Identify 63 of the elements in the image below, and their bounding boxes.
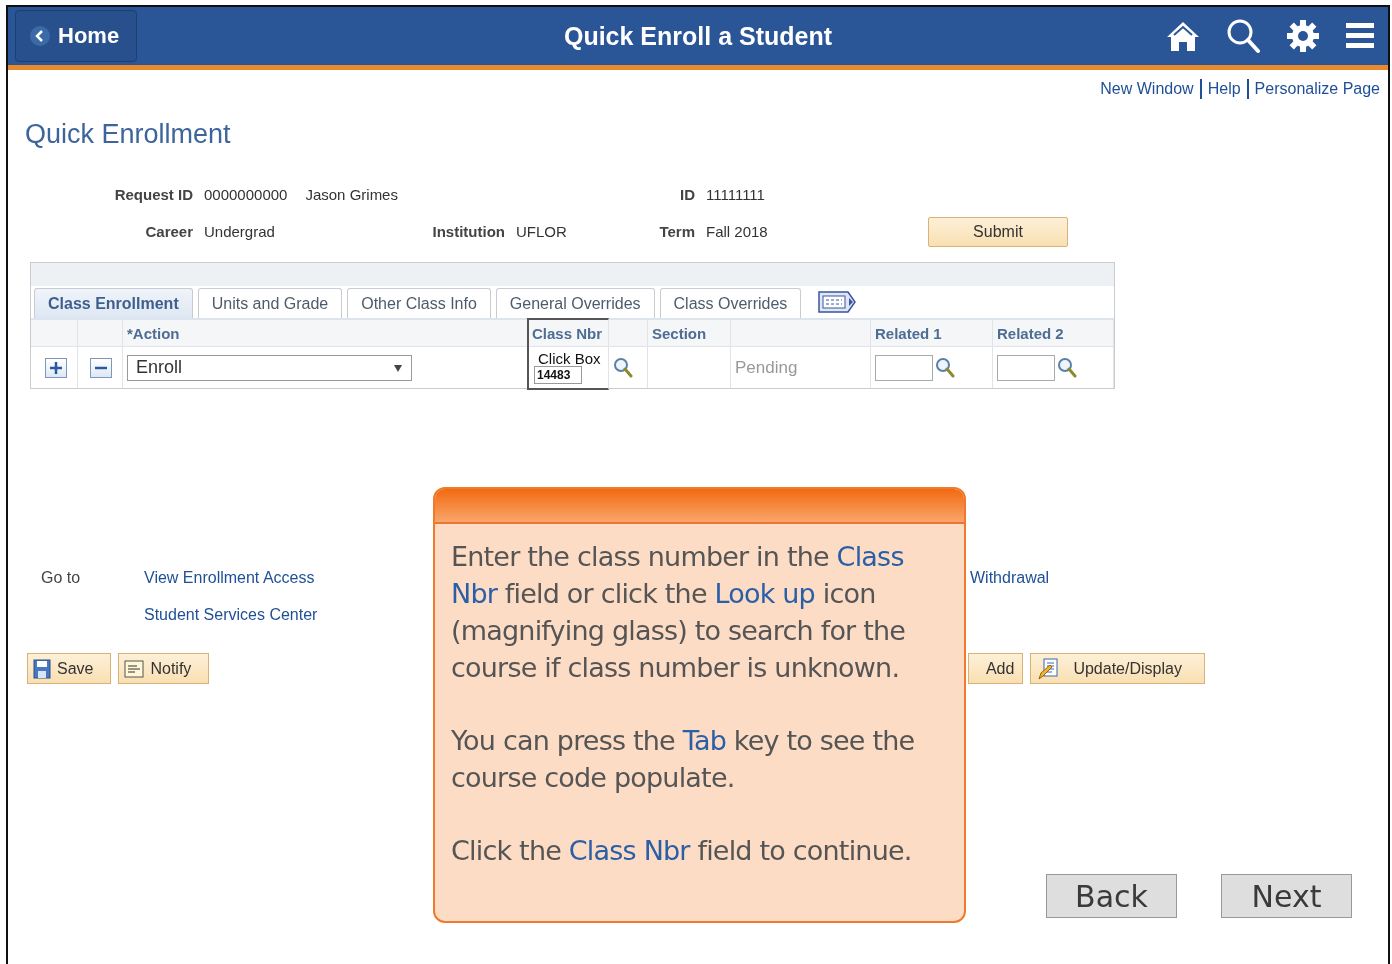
search-icon[interactable] (613, 356, 633, 379)
field-value: 0000000000 (204, 186, 288, 203)
minus-icon (95, 365, 107, 370)
instruction-text: You can press the Tab key to see the course code populate. (451, 724, 916, 795)
class-number-field[interactable]: 14483 (534, 366, 582, 384)
tab[interactable]: Units and Grade (197, 288, 343, 318)
header-link[interactable]: New Window (1100, 80, 1194, 98)
instruction-text: Enter the class number in the Class Nbr field or click the Look up icon (magnifying glass) to search for the course if class number is unknown. (451, 540, 907, 685)
home-button[interactable]: Home (15, 10, 137, 62)
tab[interactable]: General Overrides (495, 288, 655, 318)
column-header: Class Nbr (528, 320, 609, 347)
update-display-button[interactable]: Update/Display (1030, 653, 1205, 684)
notify-button[interactable]: Notify (118, 653, 210, 684)
field-label: Term (658, 223, 695, 240)
add-button[interactable]: Add (968, 653, 1024, 684)
save-button[interactable]: Save (27, 653, 112, 684)
tab[interactable]: Class Enrollment (34, 288, 193, 318)
column-header: Related 2 (993, 320, 1114, 347)
search-icon[interactable] (1057, 356, 1077, 379)
menu-icon[interactable] (1346, 21, 1374, 51)
plus-icon (50, 361, 62, 374)
delete-row-button[interactable] (90, 357, 112, 378)
search-icon[interactable] (935, 356, 955, 379)
link[interactable]: View Enrollment Access (144, 568, 315, 587)
field-label: ID (679, 186, 695, 203)
back-icon (30, 26, 50, 46)
tab[interactable]: Other Class Info (347, 288, 491, 318)
field-value: Undergrad (204, 223, 276, 240)
status-text: Pending (735, 357, 798, 378)
link[interactable]: Student Services Center (144, 605, 318, 624)
note-icon (124, 659, 145, 678)
field-label: Request ID (113, 186, 193, 203)
tab[interactable]: Class Overrides (659, 288, 802, 318)
settings-icon[interactable] (1286, 19, 1320, 53)
show-all-tabs-icon[interactable] (818, 291, 857, 313)
column-header: Section (648, 320, 731, 347)
go-to-label: Go to (41, 568, 81, 587)
add-row-button[interactable] (45, 357, 67, 378)
header-link[interactable]: Help (1207, 80, 1241, 98)
back-button[interactable]: Back (1046, 874, 1177, 918)
dropdown-caret-icon (393, 362, 403, 373)
home-icon[interactable] (1166, 19, 1200, 53)
related-field[interactable] (997, 354, 1055, 381)
next-button[interactable]: Next (1221, 874, 1352, 918)
link[interactable]: Withdrawal (970, 568, 1050, 587)
field-value: 11111111 (706, 186, 766, 203)
column-header: Related 1 (871, 320, 993, 347)
instruction-text: Click the Class Nbr field to continue. (451, 834, 913, 868)
page-title: Quick Enrollment (25, 119, 232, 150)
search-icon[interactable] (1226, 18, 1260, 54)
submit-button[interactable]: Submit (928, 216, 1068, 247)
field-value: Fall 2018 (706, 223, 769, 240)
document-pencil-icon (1037, 657, 1060, 680)
field-value: UFLOR (516, 223, 568, 240)
student-name: Jason Grimes (305, 186, 398, 203)
header-link[interactable]: Personalize Page (1254, 80, 1380, 98)
related-field[interactable] (875, 354, 933, 381)
action-dropdown[interactable]: Enroll (127, 354, 412, 381)
field-label: Institution (431, 223, 505, 240)
click-box-label: Click Box (538, 351, 601, 366)
column-header: *Action (123, 320, 528, 347)
page-header-title: Quick Enroll a Student (563, 21, 833, 50)
field-label: Career (144, 223, 193, 240)
